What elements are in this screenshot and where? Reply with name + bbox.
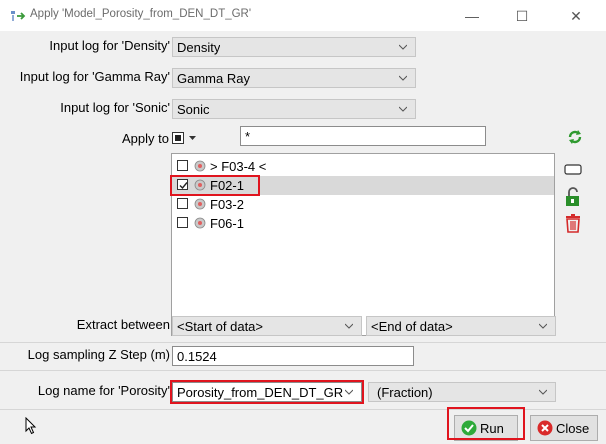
title-bar: Apply 'Model_Porosity_from_DEN_DT_GR' — … bbox=[0, 0, 606, 31]
unlock-save-icon[interactable] bbox=[563, 187, 583, 207]
highlight-box bbox=[447, 407, 525, 440]
dialog-body: Input log for 'Density' Density Input lo… bbox=[0, 31, 606, 444]
gamma-ray-select[interactable]: Gamma Ray bbox=[172, 68, 416, 88]
list-item[interactable]: > F03-4 < bbox=[172, 157, 554, 176]
well-checkbox[interactable] bbox=[177, 160, 188, 171]
density-label: Input log for 'Density' bbox=[49, 38, 170, 53]
sonic-label: Input log for 'Sonic' bbox=[60, 100, 170, 115]
window-title: Apply 'Model_Porosity_from_DEN_DT_GR' bbox=[30, 8, 252, 20]
filter-value: * bbox=[245, 129, 251, 144]
chevron-down-icon bbox=[539, 323, 547, 329]
porosity-log-label: Log name for 'Porosity' bbox=[37, 383, 170, 398]
extract-end-value: <End of data> bbox=[371, 319, 453, 334]
sonic-value: Sonic bbox=[177, 102, 210, 117]
gamma-ray-value: Gamma Ray bbox=[177, 71, 250, 86]
close-label: Close bbox=[556, 421, 590, 436]
sampling-value: 0.1524 bbox=[177, 349, 217, 364]
highlight-box bbox=[170, 175, 260, 196]
extract-start-value: <Start of data> bbox=[177, 319, 264, 334]
maximize-button[interactable]: ☐ bbox=[502, 4, 542, 28]
well-icon bbox=[194, 217, 206, 229]
highlight-box bbox=[170, 380, 364, 404]
chevron-down-icon bbox=[399, 75, 407, 81]
extract-start-select[interactable]: <Start of data> bbox=[172, 316, 362, 336]
list-item[interactable]: F03-2 bbox=[172, 195, 554, 214]
app-icon bbox=[11, 11, 26, 21]
sampling-input[interactable]: 0.1524 bbox=[172, 346, 414, 366]
refresh-icon[interactable] bbox=[566, 128, 584, 146]
dropdown-arrow-icon bbox=[189, 136, 196, 140]
apply-to-label: Apply to bbox=[122, 131, 169, 146]
well-icon bbox=[194, 198, 206, 210]
extract-between-label: Extract between bbox=[76, 317, 170, 332]
deselect-icon[interactable] bbox=[563, 159, 583, 179]
well-checkbox[interactable] bbox=[177, 217, 188, 228]
mouse-cursor-icon bbox=[25, 417, 37, 435]
sampling-label: Log sampling Z Step (m) bbox=[27, 347, 170, 362]
well-name: F06-1 bbox=[210, 216, 244, 231]
gamma-ray-label: Input log for 'Gamma Ray' bbox=[19, 69, 170, 84]
porosity-unit-value: (Fraction) bbox=[377, 385, 433, 400]
porosity-unit-select[interactable]: (Fraction) bbox=[368, 382, 556, 402]
select-all-menu-button[interactable] bbox=[172, 131, 202, 147]
close-window-button[interactable]: ✕ bbox=[556, 4, 596, 28]
well-name: F03-2 bbox=[210, 197, 244, 212]
separator bbox=[0, 342, 606, 343]
delete-icon[interactable] bbox=[563, 213, 583, 233]
separator bbox=[0, 370, 606, 371]
density-value: Density bbox=[177, 40, 221, 55]
minimize-button[interactable]: — bbox=[452, 4, 492, 28]
chevron-down-icon bbox=[399, 44, 407, 50]
tristate-checkbox bbox=[172, 132, 184, 144]
density-select[interactable]: Density bbox=[172, 37, 416, 57]
extract-end-select[interactable]: <End of data> bbox=[366, 316, 556, 336]
close-button[interactable]: Close bbox=[530, 415, 598, 441]
sonic-select[interactable]: Sonic bbox=[172, 99, 416, 119]
close-circle-icon bbox=[537, 420, 553, 436]
well-checkbox[interactable] bbox=[177, 198, 188, 209]
list-item[interactable]: F06-1 bbox=[172, 214, 554, 233]
well-name: > F03-4 < bbox=[210, 159, 267, 174]
well-icon bbox=[194, 160, 206, 172]
chevron-down-icon bbox=[399, 106, 407, 112]
filter-input[interactable]: * bbox=[240, 126, 486, 146]
chevron-down-icon bbox=[345, 323, 353, 329]
chevron-down-icon bbox=[539, 389, 547, 395]
